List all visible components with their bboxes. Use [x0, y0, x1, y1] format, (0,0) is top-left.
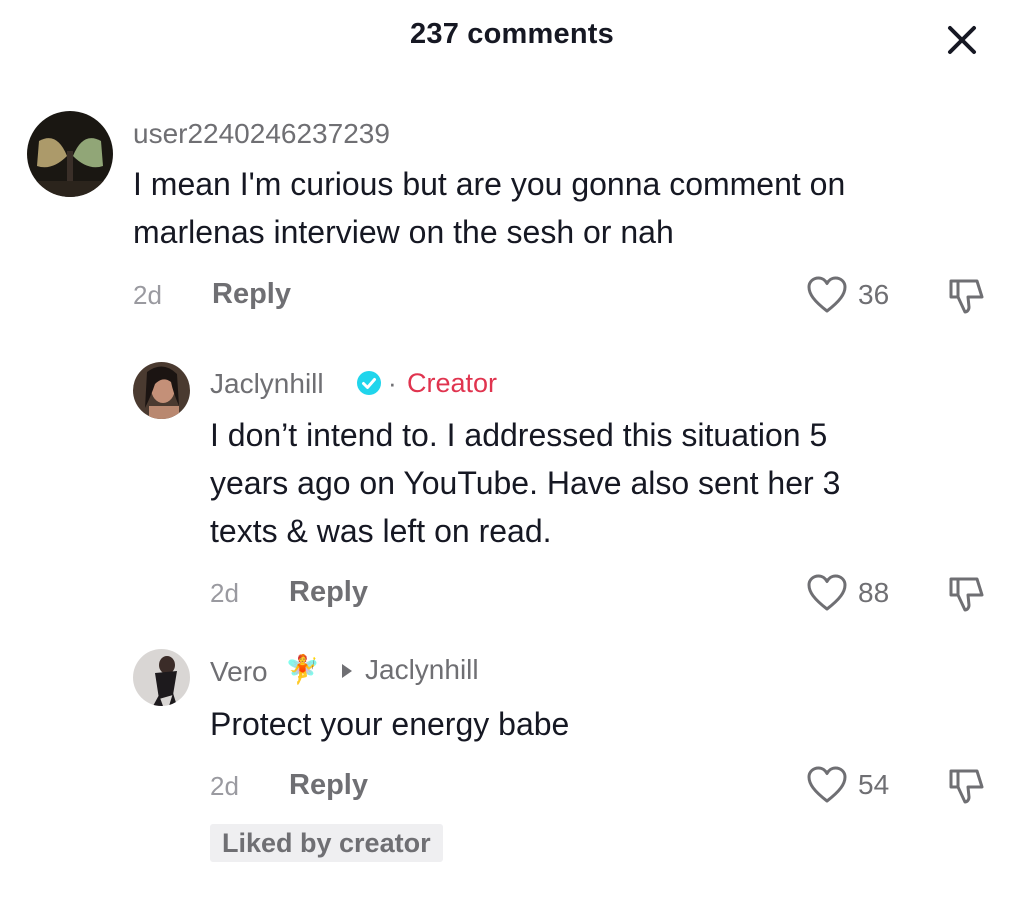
thumbs-down-icon [949, 769, 984, 804]
reply-button[interactable]: Reply [289, 769, 368, 802]
thumbs-down-icon [949, 577, 984, 612]
dislike-button[interactable] [944, 766, 984, 806]
avatar-image [27, 111, 113, 197]
dislike-button[interactable] [944, 574, 984, 614]
close-icon [948, 26, 976, 54]
reply-text-line: years ago on YouTube. Have also sent her… [210, 465, 841, 501]
avatar[interactable] [133, 362, 190, 419]
heart-icon [807, 766, 847, 803]
reply-button[interactable]: Reply [212, 278, 291, 311]
reply-text: Protect your energy babe [210, 700, 569, 748]
verified-badge-icon [356, 370, 382, 396]
reply-username[interactable]: Vero [210, 656, 268, 688]
avatar-image [133, 362, 190, 419]
reply-to-username[interactable]: Jaclynhill [365, 654, 479, 686]
reply-text-line: Protect your energy babe [210, 706, 570, 742]
creator-badge: Creator [407, 368, 498, 398]
avatar[interactable] [133, 649, 190, 706]
avatar[interactable] [27, 111, 113, 197]
dislike-button[interactable] [944, 276, 984, 316]
avatar-image [133, 649, 190, 706]
comment-text-line: marlenas interview on the sesh or nah [133, 214, 674, 250]
like-button[interactable] [806, 573, 848, 613]
like-button[interactable] [806, 765, 848, 805]
reply-button[interactable]: Reply [289, 576, 368, 609]
reply-text-line: I don’t intend to. I addressed this situ… [210, 417, 828, 453]
like-button[interactable] [806, 275, 848, 315]
like-count: 88 [858, 577, 890, 608]
heart-icon [807, 276, 847, 313]
like-count: 54 [858, 769, 890, 800]
comment-username[interactable]: user2240246237239 [133, 118, 390, 150]
comments-count-title: 237 comments [410, 18, 614, 50]
reply-text-line: texts & was left on read. [210, 513, 552, 549]
comment-text: I mean I'm curious but are you gonna com… [133, 160, 845, 256]
separator-dot: · [388, 368, 397, 398]
reply-text: I don’t intend to. I addressed this situ… [210, 411, 840, 555]
thumbs-down-icon [949, 279, 984, 314]
comment-date: 2d [133, 280, 162, 310]
heart-icon [807, 574, 847, 611]
caret-right-icon [340, 662, 354, 680]
liked-by-creator-badge: Liked by creator [210, 824, 443, 862]
reply-date: 2d [210, 578, 239, 608]
close-button[interactable] [942, 20, 982, 60]
comment-text-line: I mean I'm curious but are you gonna com… [133, 166, 846, 202]
reply-date: 2d [210, 771, 239, 801]
like-count: 36 [858, 279, 890, 310]
fairy-emoji: 🧚 [285, 653, 320, 686]
reply-username[interactable]: Jaclynhill [210, 368, 324, 400]
